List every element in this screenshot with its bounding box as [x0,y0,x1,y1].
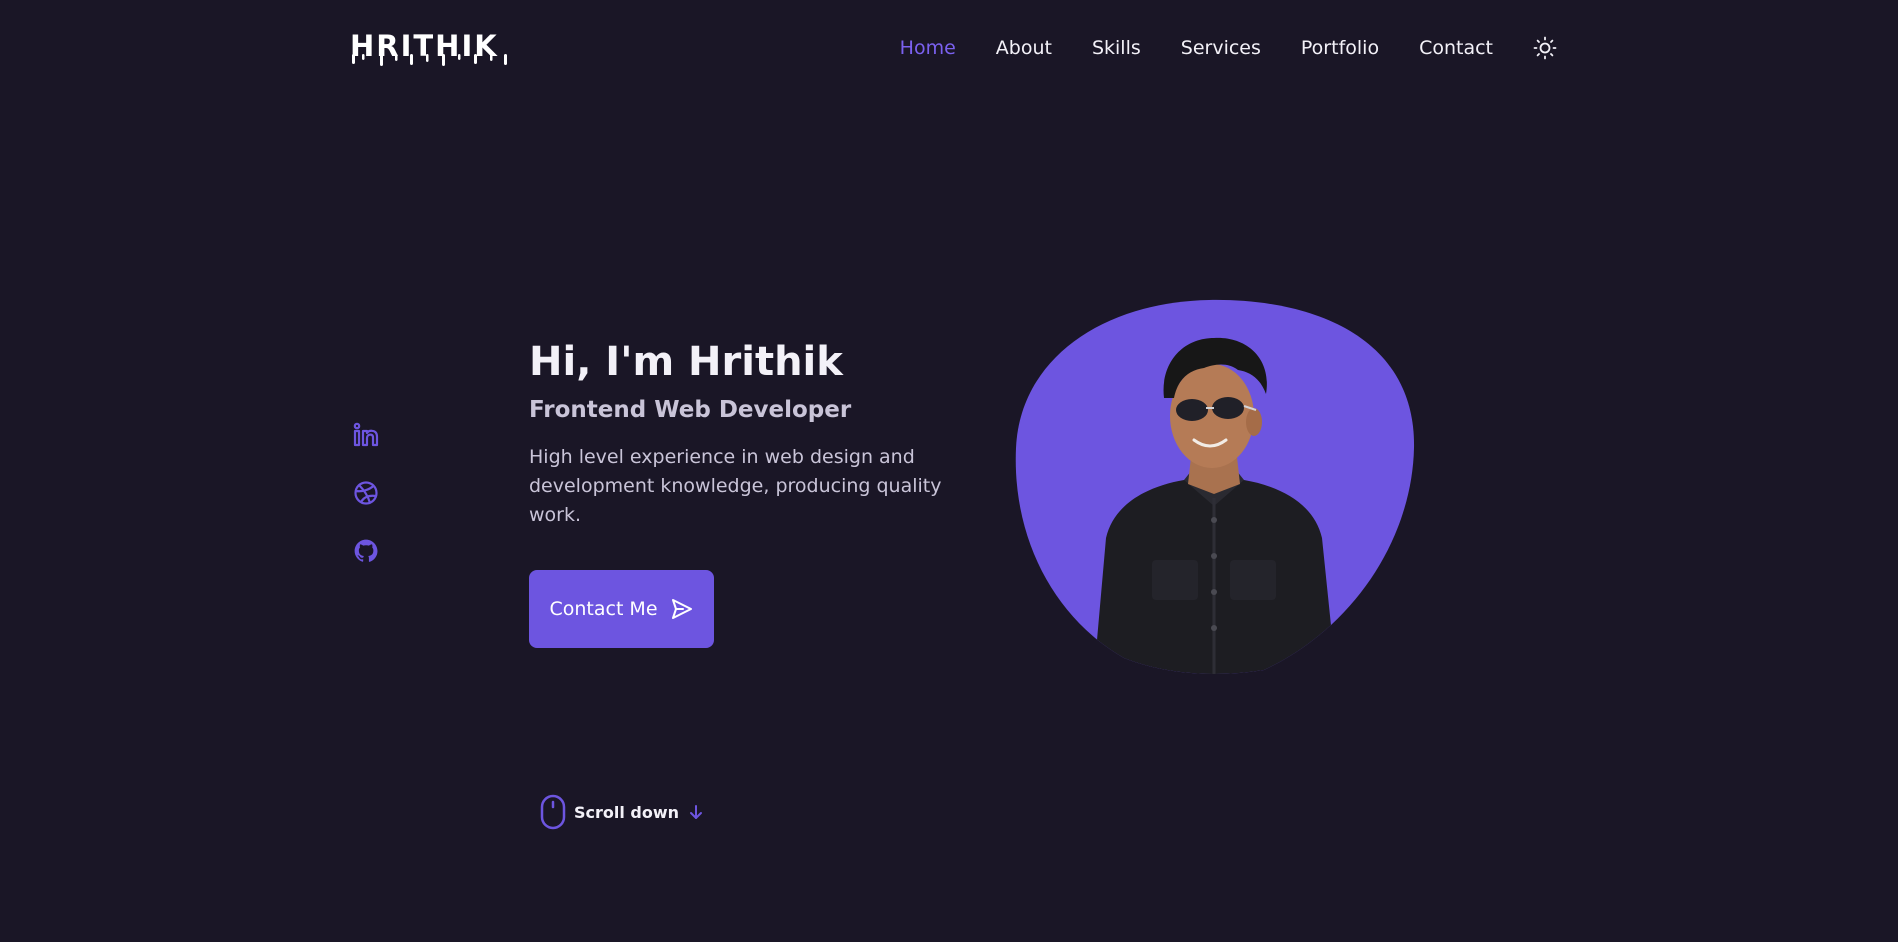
nav-skills[interactable]: Skills [1092,37,1141,60]
hero-description: High level experience in web design and … [529,446,942,526]
nav-home[interactable]: Home [900,37,956,60]
github-link[interactable] [352,535,380,567]
arrow-down-icon [690,805,703,819]
dribbble-link[interactable] [352,477,380,509]
nav-portfolio[interactable]: Portfolio [1301,37,1379,60]
send-icon [671,599,692,619]
sun-icon [1533,36,1557,60]
dribbble-icon [354,481,378,505]
linkedin-icon [353,422,379,447]
logo-drips [352,54,507,66]
scroll-down-link[interactable]: Scroll down [540,794,705,830]
page: HRITHIK Home About Skills Services Portf… [0,0,1898,942]
nav-about[interactable]: About [996,37,1052,60]
social-links [352,419,380,567]
nav-contact[interactable]: Contact [1419,37,1493,60]
mouse-icon [540,794,566,830]
nav-services[interactable]: Services [1181,37,1261,60]
linkedin-link[interactable] [352,419,380,451]
hero-title: Hi, I'm Hrithik [529,339,843,385]
contact-me-label: Contact Me [549,598,658,620]
github-icon [354,539,378,562]
hero-subtitle: Frontend Web Developer [529,397,852,423]
contact-me-button[interactable]: Contact Me [529,570,714,648]
theme-toggle-button[interactable] [1533,36,1557,60]
scroll-down-label: Scroll down [574,802,680,822]
main-nav: Home About Skills Services Portfolio Con… [900,36,1557,60]
profile-photo [1015,299,1415,674]
